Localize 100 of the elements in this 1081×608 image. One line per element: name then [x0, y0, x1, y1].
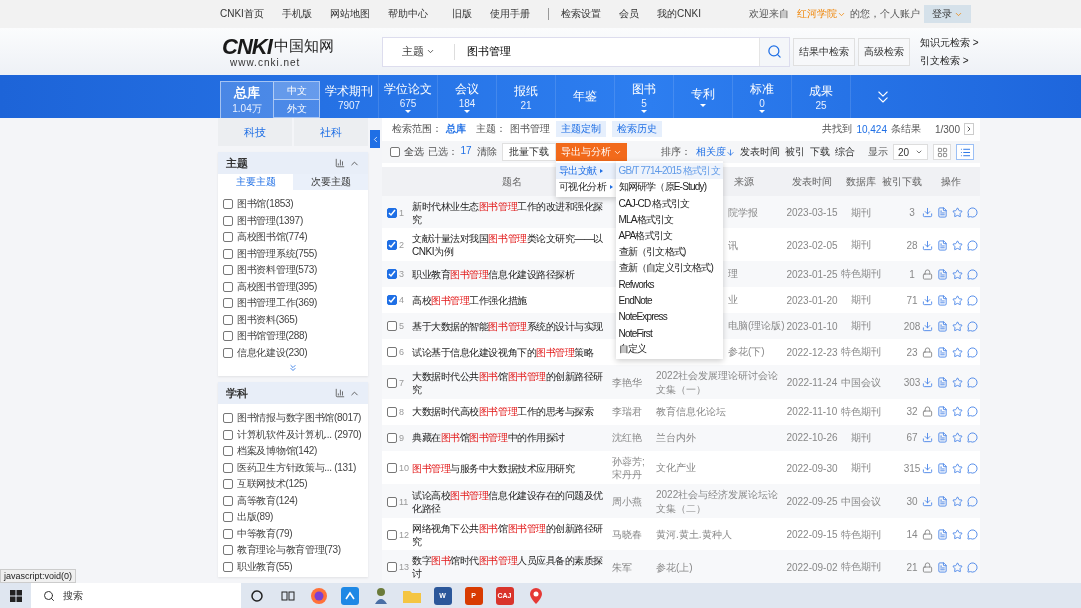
- article-title[interactable]: 大数据时代高校图书管理工作的思考与探索: [412, 405, 612, 419]
- article-title[interactable]: 职业教育图书管理信息化建设路径探析: [412, 267, 612, 281]
- figure-icon[interactable]: [372, 586, 389, 605]
- domain-button[interactable]: 社科: [294, 118, 368, 146]
- article-title[interactable]: 基于大数据的智能图书管理系统的设计与实现: [412, 319, 612, 333]
- filter-item[interactable]: 职业教育(55): [223, 558, 368, 575]
- header-button[interactable]: 结果中检索: [793, 37, 855, 66]
- checkbox[interactable]: [223, 232, 233, 243]
- map-pin-icon[interactable]: [528, 586, 543, 605]
- star-icon[interactable]: [952, 406, 963, 418]
- star-icon[interactable]: [952, 377, 963, 389]
- clear-link[interactable]: 清除: [476, 145, 497, 160]
- star-icon[interactable]: [952, 294, 963, 306]
- menu-item[interactable]: 查新（自定义引文格式): [615, 260, 723, 277]
- filter-item[interactable]: 互联网技术(125): [223, 476, 368, 493]
- scope-button[interactable]: 检索历史: [612, 121, 662, 138]
- checkbox[interactable]: [223, 528, 233, 539]
- document-icon[interactable]: [937, 320, 948, 332]
- checkbox[interactable]: [223, 512, 233, 523]
- checkbox[interactable]: [223, 215, 233, 226]
- download-icon[interactable]: [922, 320, 933, 332]
- row-checkbox[interactable]: [387, 562, 397, 573]
- document-icon[interactable]: [937, 496, 948, 508]
- filter-item[interactable]: 图书资料(365): [223, 311, 368, 328]
- filter-item[interactable]: 中等教育(79): [223, 525, 368, 542]
- star-icon[interactable]: [952, 561, 963, 573]
- menu-item[interactable]: 查新（引文格式): [615, 244, 723, 261]
- domain-button[interactable]: 科技: [218, 118, 292, 146]
- download-icon[interactable]: [922, 294, 933, 306]
- download-icon[interactable]: [922, 377, 933, 389]
- document-icon[interactable]: [937, 406, 948, 418]
- filter-item[interactable]: 图书资料管理(573): [223, 262, 368, 279]
- checkbox[interactable]: [223, 199, 233, 210]
- download-icon[interactable]: [922, 239, 933, 251]
- menu-item[interactable]: 知网研学（原E-Study): [615, 179, 723, 196]
- checkbox[interactable]: [223, 281, 233, 292]
- search-button[interactable]: [759, 37, 789, 66]
- star-icon[interactable]: [952, 462, 963, 474]
- windows-icon[interactable]: [9, 589, 22, 602]
- search-field[interactable]: 图书管理: [455, 39, 759, 64]
- filter-item[interactable]: 图书管理工作(369): [223, 295, 368, 312]
- top-link[interactable]: CNKI首页: [220, 7, 264, 21]
- top-link[interactable]: 手机版: [281, 7, 312, 21]
- document-icon[interactable]: [937, 239, 948, 251]
- article-title[interactable]: 高校图书管理工作强化措施: [412, 293, 612, 307]
- top-link[interactable]: 帮助中心: [387, 7, 428, 21]
- filter-item[interactable]: 图书馆(1853): [223, 196, 368, 213]
- article-title[interactable]: 新时代林业生态图书管理工作的改进和强化探究: [412, 199, 612, 226]
- checkbox[interactable]: [223, 462, 233, 473]
- subtab[interactable]: 次要主题: [293, 174, 368, 190]
- more-icon[interactable]: [288, 363, 298, 373]
- row-checkbox[interactable]: [387, 295, 397, 306]
- filter-item[interactable]: 图书馆管理(288): [223, 328, 368, 345]
- top-link[interactable]: 使用手册: [490, 7, 531, 21]
- checkbox[interactable]: [223, 413, 233, 424]
- article-title[interactable]: 试论基于信息化建设视角下的图书管理策略: [412, 345, 612, 359]
- checkbox[interactable]: [223, 248, 233, 259]
- article-title[interactable]: 文献计量法对我国图书管理类论文研究——以CNKI为例: [412, 232, 612, 259]
- checkbox[interactable]: [223, 545, 233, 556]
- row-checkbox[interactable]: [387, 496, 397, 507]
- scope-button[interactable]: 主题定制: [556, 121, 606, 138]
- row-checkbox[interactable]: [387, 432, 397, 443]
- article-title[interactable]: 大数据时代公共图书馆图书管理的创新路径研究: [412, 369, 612, 396]
- sort-option[interactable]: 综合: [834, 145, 855, 160]
- top-link[interactable]: 旧版: [452, 7, 473, 21]
- browser-icon[interactable]: [309, 586, 328, 605]
- checkbox[interactable]: [390, 147, 400, 158]
- checkbox[interactable]: [223, 495, 233, 506]
- header-button[interactable]: 高级检索: [858, 37, 910, 66]
- chart-icon[interactable]: [335, 158, 345, 168]
- row-checkbox[interactable]: [387, 321, 397, 332]
- next-page-button[interactable]: [964, 123, 974, 136]
- star-icon[interactable]: [952, 320, 963, 332]
- top-link[interactable]: 我的CNKI: [657, 7, 701, 21]
- chart-icon[interactable]: [335, 388, 345, 398]
- filter-item[interactable]: 信息化建设(230): [223, 344, 368, 361]
- star-icon[interactable]: [952, 346, 963, 358]
- sort-option[interactable]: 发表时间: [739, 145, 780, 160]
- checkbox[interactable]: [223, 429, 233, 440]
- checkbox[interactable]: [223, 446, 233, 457]
- sort-option[interactable]: 被引: [784, 145, 805, 160]
- checkbox[interactable]: [223, 314, 233, 325]
- menu-item[interactable]: CAJ-CD 格式引文: [615, 195, 723, 212]
- article-title[interactable]: 网络视角下公共图书馆图书管理的创新路径研究: [412, 521, 612, 548]
- checkbox[interactable]: [223, 561, 233, 572]
- menu-item[interactable]: 可视化分析: [555, 179, 616, 196]
- document-icon[interactable]: [937, 207, 948, 219]
- download-icon[interactable]: [922, 462, 933, 474]
- filter-item[interactable]: 图书管理系统(755): [223, 245, 368, 262]
- document-icon[interactable]: [937, 462, 948, 474]
- document-icon[interactable]: [937, 432, 948, 444]
- document-icon[interactable]: [937, 377, 948, 389]
- taskbar-search-field[interactable]: 搜索: [31, 583, 241, 608]
- header-link[interactable]: 知识元检索 >: [920, 35, 979, 50]
- menu-item[interactable]: 导出文献: [555, 163, 616, 180]
- checkbox[interactable]: [223, 347, 233, 358]
- document-icon[interactable]: [937, 561, 948, 573]
- download-icon[interactable]: [922, 207, 933, 219]
- filter-item[interactable]: 图书情报与数字图书馆(8017): [223, 410, 368, 427]
- star-icon[interactable]: [952, 268, 963, 280]
